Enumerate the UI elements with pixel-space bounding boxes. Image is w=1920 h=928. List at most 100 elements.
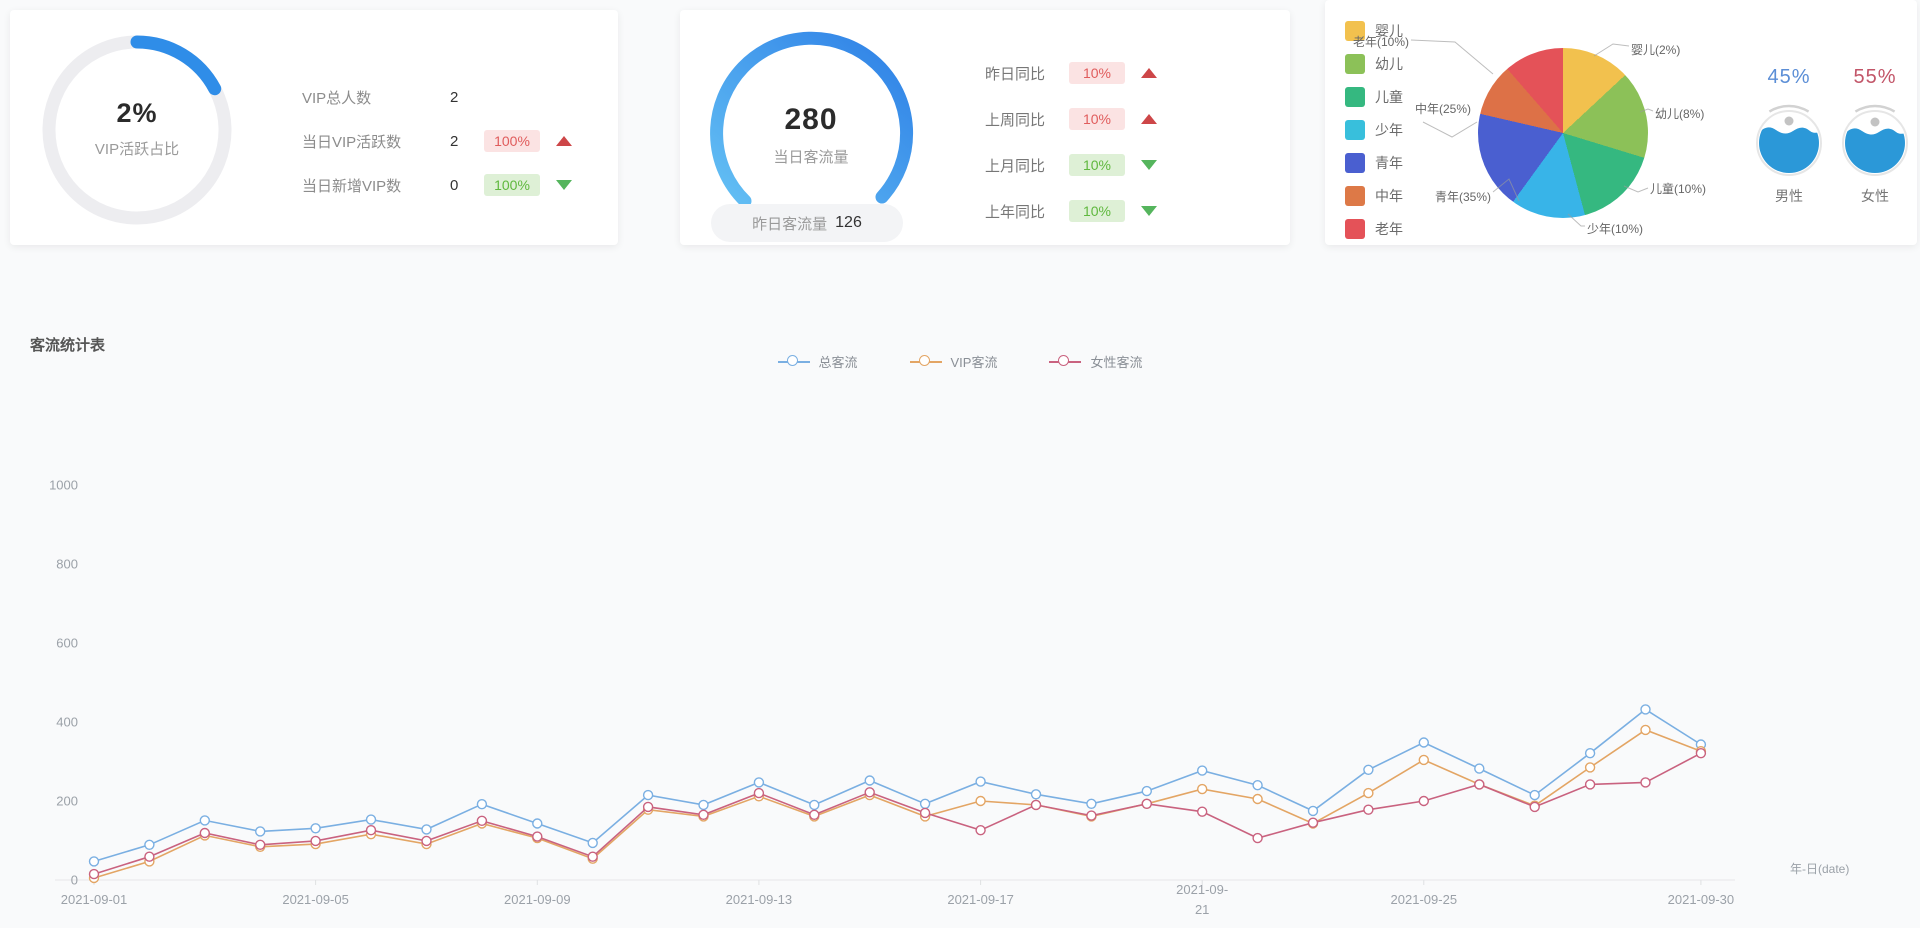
stat-row-vip-new: 当日新增VIP数 0 100%	[302, 170, 572, 200]
pie-label-toddler: 幼儿(8%)	[1655, 107, 1705, 121]
stat-label: 当日新增VIP数	[302, 177, 402, 195]
flow-chart-legend: 总客流 VIP客流 女性客流	[0, 352, 1920, 371]
legend-item-female[interactable]: 女性客流	[1049, 352, 1143, 371]
age-legend: 婴儿 幼儿 儿童 少年 青年 中年 老年	[1345, 20, 1403, 251]
svg-text:2021-09-25: 2021-09-25	[1391, 892, 1458, 907]
vip-percent-label: VIP活跃占比	[94, 141, 180, 158]
legend-swatch	[1345, 87, 1365, 107]
female-ratio-block: 55% 女性	[1835, 66, 1915, 206]
legend-label: 幼儿	[1375, 56, 1403, 72]
vip-donut-arc	[130, 35, 222, 96]
pie-label-elderly: 老年(10%)	[1352, 35, 1409, 49]
stat-row-yesterday: 昨日同比 10%	[985, 58, 1157, 88]
svg-text:2021-09-01: 2021-09-01	[61, 892, 128, 907]
arrow-up-icon	[1141, 114, 1157, 124]
stat-row-vip-total: VIP总人数 2	[302, 82, 572, 112]
stat-value: 2	[450, 132, 459, 150]
legend-swatch	[1345, 153, 1365, 173]
legend-item-middleage[interactable]: 中年	[1345, 185, 1403, 207]
pie-label-youth: 青年(35%)	[1434, 190, 1491, 204]
legend-label: 老年	[1375, 221, 1403, 237]
legend-swatch	[1345, 186, 1365, 206]
male-liquid-chart[interactable]	[1750, 104, 1828, 182]
legend-swatch	[1345, 120, 1365, 140]
line-marker-icon	[909, 354, 942, 369]
svg-text:0: 0	[71, 873, 78, 888]
stat-row-lastyear: 上年同比 10%	[985, 196, 1157, 226]
line-marker-icon	[777, 354, 810, 369]
svg-text:2021-09-05: 2021-09-05	[282, 892, 349, 907]
stat-badge: 10%	[1069, 108, 1125, 130]
demographics-card: 婴儿 幼儿 儿童 少年 青年 中年 老年 老年(10%) 中年(25%) 青年(…	[1325, 0, 1917, 245]
arrow-up-icon	[1141, 68, 1157, 78]
svg-text:2021-09-13: 2021-09-13	[726, 892, 793, 907]
vip-gauge-center: 2% VIP活跃占比	[57, 98, 217, 159]
svg-text:2021-09-30: 2021-09-30	[1668, 892, 1735, 907]
stat-row-lastmonth: 上月同比 10%	[985, 150, 1157, 180]
stat-badge: 10%	[1069, 200, 1125, 222]
svg-text:21: 21	[1195, 902, 1209, 917]
pie-label-infant: 婴儿(2%)	[1631, 43, 1681, 57]
pie-label-middleage: 中年(25%)	[1414, 102, 1471, 116]
legend-swatch	[1345, 54, 1365, 74]
stat-label: 当日VIP活跃数	[302, 133, 402, 151]
legend-label: 总客流	[818, 355, 858, 370]
stat-label: VIP总人数	[302, 89, 372, 107]
stat-row-vip-active: 当日VIP活跃数 2 100%	[302, 126, 572, 156]
svg-text:2021-09-: 2021-09-	[1176, 882, 1228, 897]
vip-stats: VIP总人数 2 当日VIP活跃数 2 100% 当日新增VIP数 0 100%	[302, 82, 572, 214]
stat-label: 上月同比	[985, 157, 1046, 175]
traffic-label: 当日客流量	[773, 149, 849, 166]
age-pie-chart[interactable]	[1478, 48, 1648, 218]
yesterday-traffic-pill: 昨日客流量 126	[711, 204, 903, 242]
arrow-down-icon	[1141, 160, 1157, 170]
female-percent: 55%	[1853, 66, 1897, 88]
line-marker-icon	[1049, 354, 1082, 369]
svg-text:800: 800	[56, 557, 78, 572]
svg-text:2021-09-09: 2021-09-09	[504, 892, 571, 907]
legend-item-elderly[interactable]: 老年	[1345, 218, 1403, 240]
flow-line-chart[interactable]: 0 200 400 600 800 1000 2021-09-01 2021-09-05 202…	[0, 395, 1920, 928]
male-percent: 45%	[1767, 66, 1811, 88]
stat-label: 上周同比	[985, 111, 1046, 129]
traffic-stats: 昨日同比 10% 上周同比 10% 上月同比 10% 上年同比 10%	[985, 58, 1157, 242]
stat-badge: 10%	[1069, 62, 1125, 84]
legend-item-juvenile[interactable]: 少年	[1345, 119, 1403, 141]
traffic-value: 280	[784, 103, 838, 136]
stat-label: 上年同比	[985, 203, 1046, 221]
traffic-card: 280 当日客流量 昨日客流量 126 昨日同比 10% 上周同比 10% 上月…	[680, 10, 1290, 245]
legend-item-vip[interactable]: VIP客流	[909, 352, 997, 371]
female-liquid-chart[interactable]	[1836, 104, 1914, 182]
legend-item-total[interactable]: 总客流	[777, 352, 858, 371]
legend-swatch	[1345, 219, 1365, 239]
legend-item-youth[interactable]: 青年	[1345, 152, 1403, 174]
pie-label-child: 儿童(10%)	[1650, 182, 1707, 196]
legend-label: 少年	[1375, 122, 1403, 138]
arrow-down-icon	[556, 180, 572, 190]
legend-label: 中年	[1375, 188, 1403, 204]
stat-badge: 100%	[484, 174, 540, 196]
vip-percent: 2%	[116, 98, 158, 128]
arrow-up-icon	[556, 136, 572, 146]
svg-text:400: 400	[56, 715, 78, 730]
stat-row-lastweek: 上周同比 10%	[985, 104, 1157, 134]
svg-text:600: 600	[56, 636, 78, 651]
pill-label: 昨日客流量	[752, 215, 828, 233]
stat-badge: 100%	[484, 130, 540, 152]
legend-item-toddler[interactable]: 幼儿	[1345, 53, 1403, 75]
dashboard: 2% VIP活跃占比 VIP总人数 2 当日VIP活跃数 2 100% 当日新增…	[0, 0, 1920, 928]
arrow-down-icon	[1141, 206, 1157, 216]
pill-value: 126	[835, 214, 862, 231]
stat-value: 2	[450, 88, 459, 106]
legend-label: 女性客流	[1090, 355, 1143, 370]
stat-value: 0	[450, 176, 459, 194]
male-label: 男性	[1775, 188, 1803, 204]
stat-badge: 10%	[1069, 154, 1125, 176]
pie-label-juvenile: 少年(10%)	[1587, 222, 1644, 236]
female-label: 女性	[1861, 188, 1889, 204]
liquid-dot	[1784, 116, 1794, 126]
stat-label: 昨日同比	[985, 65, 1046, 83]
svg-text:1000: 1000	[49, 478, 78, 493]
vip-card: 2% VIP活跃占比 VIP总人数 2 当日VIP活跃数 2 100% 当日新增…	[10, 10, 618, 245]
svg-text:200: 200	[56, 794, 78, 809]
